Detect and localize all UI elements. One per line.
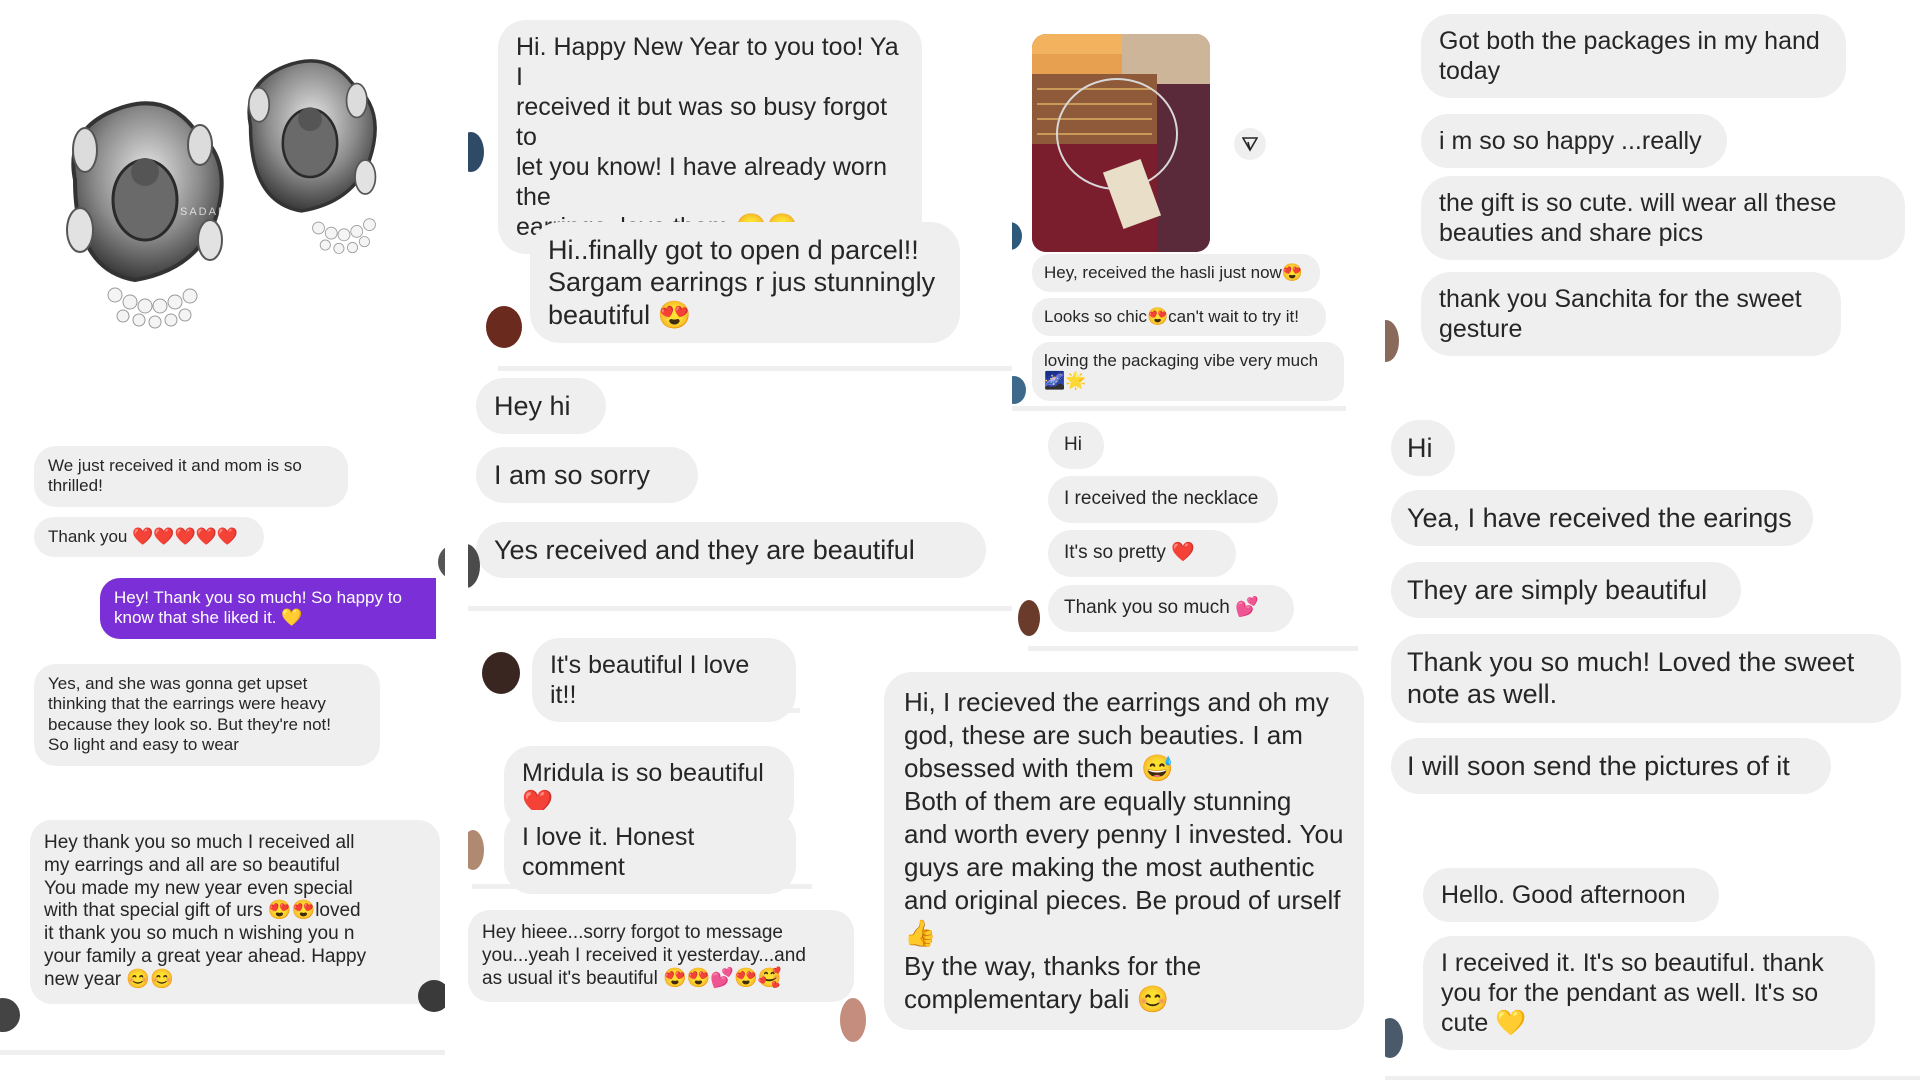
- message-bubble: I received it. It's so beautiful. thank …: [1423, 936, 1875, 1050]
- avatar: [0, 998, 20, 1032]
- message-bubble: They are simply beautiful: [1391, 562, 1741, 619]
- avatar: [418, 980, 445, 1012]
- divider: [468, 606, 1012, 611]
- shared-photo-hasli: [1032, 34, 1210, 252]
- message-bubble: We just received it and mom is so thrill…: [34, 446, 348, 507]
- message-bubble: Hey, received the hasli just now😍: [1032, 254, 1320, 293]
- divider: [1012, 406, 1346, 411]
- message-bubble: Thank you so much! Loved the sweet note …: [1391, 634, 1901, 723]
- message-bubble: I received the necklace: [1048, 476, 1278, 523]
- avatar: [1012, 376, 1026, 404]
- avatar: [1385, 1018, 1403, 1058]
- message-bubble: I am so sorry: [476, 447, 698, 504]
- share-icon[interactable]: [1234, 128, 1266, 160]
- message-bubble: thank you Sanchita for the sweet gesture: [1421, 272, 1841, 356]
- message-bubble: loving the packaging vibe very much 🌌🌟: [1032, 342, 1344, 401]
- avatar: [1012, 222, 1022, 250]
- message-bubble: I love it. Honest comment: [504, 810, 796, 894]
- avatar: [468, 132, 484, 172]
- message-bubble: the gift is so cute. will wear all these…: [1421, 176, 1905, 260]
- screenshot-panel-4: Got both the packages in my hand today i…: [1385, 0, 1920, 1080]
- message-bubble: Thank you so much 💕: [1048, 585, 1294, 632]
- message-bubble: I will soon send the pictures of it: [1391, 738, 1831, 795]
- avatar: [1385, 320, 1399, 362]
- message-bubble: Hi, I recieved the earrings and oh my go…: [884, 672, 1364, 1031]
- message-bubble: Hi: [1391, 420, 1455, 477]
- message-bubble: Looks so chic😍can't wait to try it!: [1032, 298, 1326, 337]
- message-bubble: Yes, and she was gonna get upset thinkin…: [34, 664, 380, 766]
- sent-message-bubble: Hey! Thank you so much! So happy to know…: [100, 578, 436, 639]
- message-bubble: i m so so happy ...really: [1421, 114, 1727, 168]
- message-bubble: Got both the packages in my hand today: [1421, 14, 1846, 98]
- earrings-product-image: SADABAHAAR: [30, 30, 420, 390]
- message-bubble: It's so pretty ❤️: [1048, 530, 1236, 577]
- message-bubble: Hi..finally got to open d parcel!! Sarga…: [530, 222, 960, 344]
- message-bubble: Hey hi: [476, 378, 606, 435]
- divider: [1385, 1076, 1920, 1080]
- message-bubble: Yes received and they are beautiful: [476, 522, 986, 579]
- divider: [0, 1050, 445, 1055]
- screenshot-panel-3b: Hi, I recieved the earrings and oh my go…: [848, 660, 1383, 1080]
- message-bubble: Hey hieee...sorry forgot to message you.…: [468, 910, 854, 1003]
- screenshot-panel-1: SADABAHAAR We just received it and mom i…: [0, 0, 445, 1080]
- divider: [552, 708, 800, 713]
- message-bubble: Hi: [1048, 422, 1104, 469]
- avatar: [468, 830, 484, 870]
- message-bubble: Thank you ❤️❤️❤️❤️❤️: [34, 517, 264, 558]
- avatar: [438, 544, 445, 580]
- message-bubble: Hey thank you so much I received all my …: [30, 820, 440, 1004]
- divider: [472, 884, 812, 889]
- avatar: [1018, 600, 1040, 636]
- divider: [498, 366, 1012, 371]
- divider: [1028, 646, 1358, 651]
- watermark-text: SADABAHAAR: [180, 206, 276, 218]
- avatar: [482, 652, 520, 694]
- message-bubble: Yea, I have received the earings: [1391, 490, 1813, 547]
- avatar: [486, 306, 522, 348]
- message-bubble: Hi. Happy New Year to you too! Ya I rece…: [498, 20, 922, 254]
- message-bubble: Hello. Good afternoon: [1423, 868, 1719, 922]
